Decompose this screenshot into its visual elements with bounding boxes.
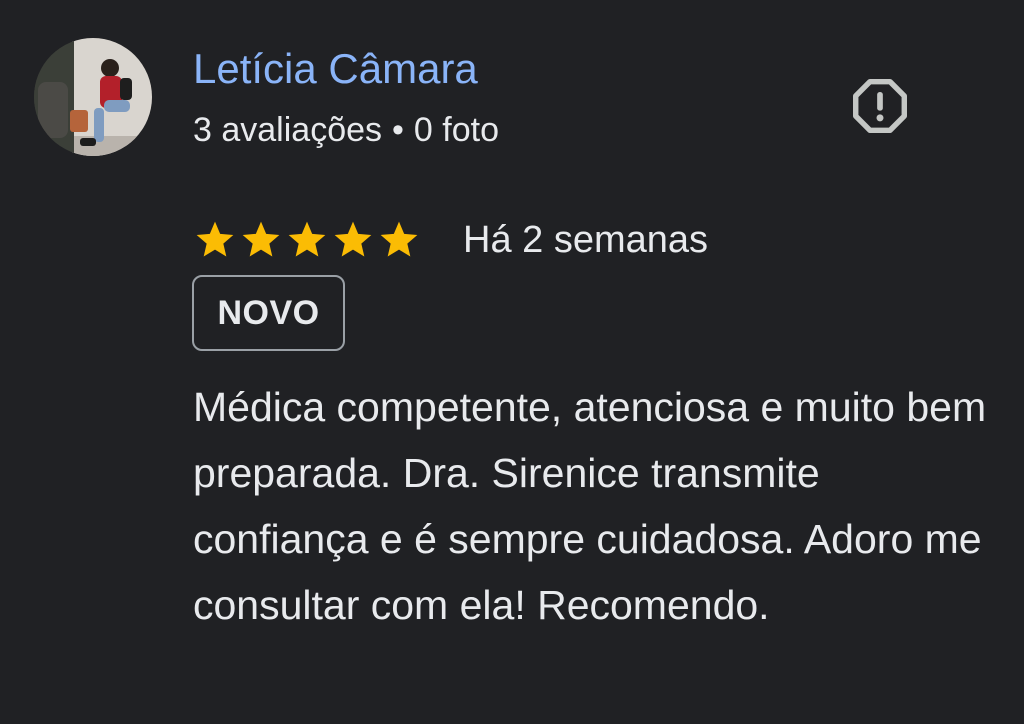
star-rating xyxy=(193,218,421,262)
reviews-count: 3 avaliações xyxy=(193,111,383,149)
star-icon xyxy=(334,221,372,257)
review-text: Médica competente, atenciosa e muito bem… xyxy=(193,384,987,628)
star-icon xyxy=(288,221,326,257)
author-name[interactable]: Letícia Câmara xyxy=(193,44,478,94)
meta-separator: • xyxy=(392,111,404,149)
avatar-photo xyxy=(34,38,152,156)
report-octagon-icon xyxy=(853,79,907,133)
rating-row: Há 2 semanas xyxy=(193,214,708,266)
star-icon xyxy=(196,221,234,257)
photos-count: 0 foto xyxy=(413,111,499,149)
author-meta: 3 avaliações • 0 foto xyxy=(193,108,499,152)
review-date: Há 2 semanas xyxy=(463,219,709,261)
star-icon xyxy=(242,221,280,257)
new-badge: NOVO xyxy=(192,275,345,351)
report-review-button[interactable] xyxy=(846,72,914,140)
author-avatar[interactable] xyxy=(34,38,152,156)
star-icon xyxy=(380,221,418,257)
